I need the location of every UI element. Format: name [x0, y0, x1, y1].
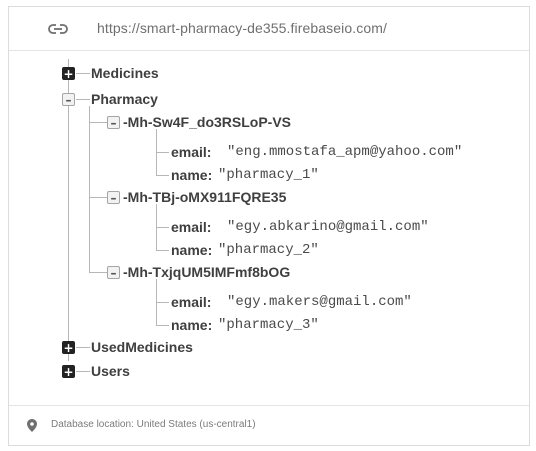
field-name-key: name:	[171, 317, 213, 333]
data-tree: + Medicines – Pharmacy – -Mh-Sw4F_do3RSL…	[9, 51, 529, 394]
footer: Database location: United States (us-cen…	[9, 405, 529, 445]
field-name-key: name:	[171, 167, 213, 183]
field-email-key: email:	[171, 219, 212, 235]
node-pharmacy-2[interactable]: -Mh-TBj-oMX911FQRE35	[123, 189, 286, 205]
field-name-key: name:	[171, 242, 213, 258]
field-email-key: email:	[171, 144, 212, 160]
field-email-value[interactable]: "egy.abkarino@gmail.com"	[227, 219, 429, 235]
used-medicines-expand-icon[interactable]: +	[62, 341, 75, 354]
node-medicines[interactable]: Medicines	[91, 65, 159, 81]
child-3-collapse-icon[interactable]: –	[107, 266, 120, 279]
node-pharmacy[interactable]: Pharmacy	[91, 91, 158, 107]
database-location-text: Database location: United States (us-cen…	[51, 419, 256, 430]
link-icon[interactable]	[47, 22, 69, 34]
node-users[interactable]: Users	[91, 363, 130, 379]
medicines-expand-icon[interactable]: +	[62, 67, 75, 80]
pharmacy-collapse-icon[interactable]: –	[62, 93, 75, 106]
field-email-key: email:	[171, 294, 212, 310]
database-panel: https://smart-pharmacy-de355.firebaseio.…	[8, 6, 530, 446]
child-1-collapse-icon[interactable]: –	[107, 116, 120, 129]
node-pharmacy-1[interactable]: -Mh-Sw4F_do3RSLoP-VS	[123, 114, 291, 130]
url-bar: https://smart-pharmacy-de355.firebaseio.…	[9, 7, 529, 51]
location-pin-icon	[27, 419, 37, 432]
field-name-value[interactable]: "pharmacy_3"	[218, 317, 319, 333]
users-expand-icon[interactable]: +	[62, 365, 75, 378]
child-2-collapse-icon[interactable]: –	[107, 191, 120, 204]
node-used-medicines[interactable]: UsedMedicines	[91, 339, 193, 355]
field-name-value[interactable]: "pharmacy_2"	[218, 242, 319, 258]
field-email-value[interactable]: "eng.mmostafa_apm@yahoo.com"	[227, 144, 462, 160]
database-url[interactable]: https://smart-pharmacy-de355.firebaseio.…	[97, 20, 387, 36]
field-name-value[interactable]: "pharmacy_1"	[218, 167, 319, 183]
field-email-value[interactable]: "egy.makers@gmail.com"	[227, 294, 412, 310]
node-pharmacy-3[interactable]: -Mh-TxjqUM5IMFmf8bOG	[123, 264, 290, 280]
